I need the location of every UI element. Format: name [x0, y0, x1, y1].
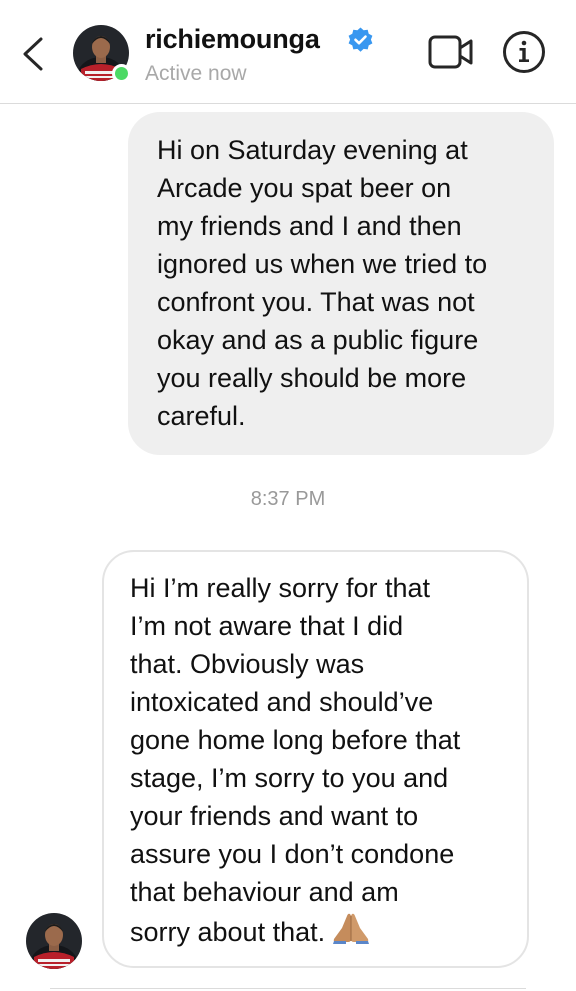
sender-avatar[interactable] [26, 913, 82, 969]
verified-badge-icon [348, 27, 373, 52]
video-call-button[interactable] [428, 34, 474, 70]
chat-header: richiemounga Active now [0, 0, 576, 104]
conversation-info-button[interactable] [502, 30, 546, 74]
contact-username[interactable]: richiemounga [145, 24, 320, 55]
activity-status: Active now [145, 62, 247, 85]
received-message-bubble[interactable]: Hi I’m really sorry for that I’m not awa… [102, 550, 529, 968]
sent-message-bubble[interactable]: Hi on Saturday evening at Arcade you spa… [128, 112, 554, 455]
online-indicator [112, 64, 131, 83]
info-circle-icon [503, 31, 545, 73]
received-message-text: Hi I’m really sorry for that I’m not awa… [130, 573, 461, 947]
chevron-left-icon [23, 37, 43, 71]
back-button[interactable] [12, 28, 52, 78]
message-timestamp: 8:37 PM [250, 488, 326, 510]
folded-hands-emoji [331, 911, 371, 955]
video-camera-icon [428, 35, 473, 69]
composer-divider [50, 988, 526, 989]
